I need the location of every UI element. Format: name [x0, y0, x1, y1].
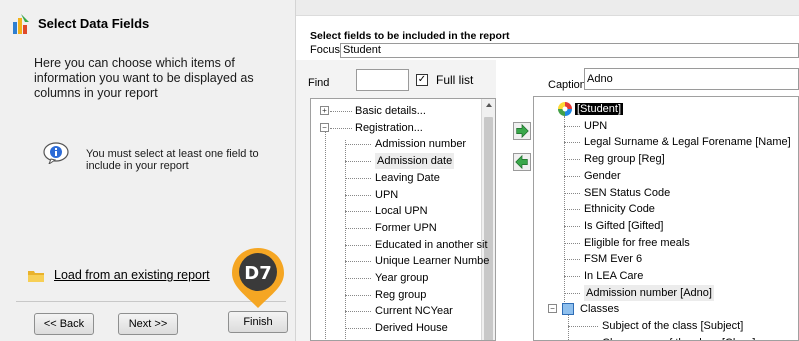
available-field-item[interactable]: Unique Learner Numbe — [375, 253, 489, 269]
selected-field-item[interactable]: Reg group [Reg] — [584, 151, 665, 167]
tree-connector — [345, 244, 371, 246]
available-field-item[interactable]: Year group — [375, 270, 428, 286]
classes-table-icon — [562, 303, 574, 316]
dialog-top-strip — [296, 0, 799, 16]
info-message: You must select at least one field to in… — [86, 148, 259, 172]
full-list-checkbox[interactable]: ✓ — [416, 74, 428, 86]
selected-field-item[interactable]: FSM Ever 6 — [584, 251, 642, 267]
tree-connector — [345, 294, 371, 296]
selected-field-item[interactable]: Legal Surname & Legal Forename [Name] — [584, 134, 791, 150]
selected-field-item[interactable]: UPN — [584, 118, 607, 134]
focus-label: Focus — [310, 44, 340, 56]
tree-connector — [325, 132, 326, 340]
tree-connector — [330, 111, 352, 112]
class-field-item[interactable]: Subject of the class [Subject] — [602, 318, 743, 334]
available-field-item[interactable]: Derived Boarder Status — [375, 337, 489, 340]
step-marker-label: D7 — [244, 263, 271, 284]
tree-connector — [564, 159, 580, 161]
available-fields-tree[interactable]: + Basic details... − Registration... Admissi… — [310, 98, 496, 341]
scrollbar-thumb[interactable] — [484, 117, 493, 340]
available-field-item[interactable]: Former UPN — [375, 220, 437, 236]
class-field-item[interactable]: Class name of the class [Class] — [602, 335, 755, 340]
tree-connector — [345, 328, 371, 330]
remove-field-arrow-icon[interactable] — [513, 153, 531, 171]
tree-connector — [345, 144, 371, 146]
tree-connector — [564, 209, 580, 211]
available-field-item[interactable]: Current NCYear — [375, 303, 453, 319]
tree-connector — [564, 142, 580, 144]
tree-group-item[interactable]: Registration... — [355, 120, 423, 136]
selected-fields-tree[interactable]: [Student] UPN Legal Surname & Legal Forena… — [533, 96, 799, 341]
tree-connector — [568, 326, 598, 328]
tree-connector — [345, 194, 371, 196]
caption-input[interactable]: Adno — [584, 68, 799, 90]
scroll-up-arrow-icon[interactable] — [486, 103, 492, 107]
tree-connector — [345, 278, 371, 279]
tree-connector — [564, 175, 580, 177]
tree-connector — [564, 116, 565, 309]
available-field-item[interactable]: Local UPN — [375, 203, 428, 219]
student-entity-icon — [558, 102, 572, 116]
selected-field-item[interactable]: Admission number [Adno] — [584, 284, 714, 301]
tree-connector — [345, 261, 371, 263]
selected-field-item[interactable]: Eligible for free meals — [584, 235, 690, 251]
tree-connector — [345, 177, 371, 179]
next-button[interactable]: Next >> — [118, 313, 178, 335]
finish-button[interactable]: Finish — [228, 311, 288, 333]
available-field-item[interactable]: UPN — [375, 187, 398, 203]
tree-connector — [330, 127, 352, 129]
full-list-label: Full list — [436, 73, 474, 87]
tree-connector — [564, 225, 580, 227]
selected-field-item[interactable]: Ethnicity Code — [584, 201, 655, 217]
selected-node-label[interactable]: [Student] — [575, 103, 624, 115]
selected-field-item[interactable]: Is Gifted [Gifted] — [584, 218, 663, 234]
folder-icon — [28, 270, 44, 282]
back-button[interactable]: << Back — [34, 313, 94, 335]
wizard-header: Select Data Fields — [0, 0, 296, 40]
selected-field-item[interactable]: Gender — [584, 168, 621, 184]
tree-connector — [345, 211, 371, 213]
selected-field-item[interactable]: In LEA Care — [584, 268, 643, 284]
tree-expander-icon[interactable]: − — [320, 122, 329, 132]
available-field-item[interactable]: Educated in another sit — [375, 237, 488, 253]
tree-connector — [564, 292, 580, 294]
find-label: Find — [308, 77, 330, 89]
load-existing-report-row[interactable]: Load from an existing report — [28, 268, 210, 282]
step-marker-pin: D7 — [232, 248, 284, 308]
available-field-item[interactable]: Reg group — [375, 287, 426, 303]
tree-connector — [345, 311, 371, 313]
find-input[interactable] — [356, 69, 409, 91]
available-tree-scrollbar[interactable] — [481, 99, 495, 340]
student-root-node[interactable]: [Student] — [575, 101, 624, 117]
tree-expander-icon[interactable]: + — [320, 106, 329, 115]
tree-group-item[interactable]: Basic details... — [355, 103, 426, 119]
tree-connector — [564, 125, 580, 127]
load-existing-report-link[interactable]: Load from an existing report — [54, 268, 210, 282]
selected-field-item[interactable]: SEN Status Code — [584, 185, 670, 201]
tree-connector — [345, 161, 371, 163]
report-wizard-icon — [13, 14, 29, 34]
tree-expander-icon[interactable]: − — [548, 304, 557, 314]
tree-connector — [564, 192, 580, 194]
tree-connector — [568, 315, 569, 340]
add-field-arrow-icon[interactable] — [513, 122, 531, 140]
available-field-item[interactable]: Admission date — [375, 153, 455, 170]
available-field-item[interactable]: Admission number — [375, 136, 466, 152]
wizard-title: Select Data Fields — [38, 16, 150, 31]
wizard-description: Here you can choose which items of infor… — [34, 56, 254, 100]
caption-label: Caption — [548, 79, 586, 91]
tree-connector — [345, 140, 346, 340]
tree-connector — [564, 276, 580, 277]
classes-node[interactable]: Classes — [580, 301, 619, 317]
focus-field[interactable]: Student — [340, 43, 799, 58]
available-field-item[interactable]: Derived House — [375, 320, 448, 336]
tree-connector — [564, 259, 580, 261]
info-icon — [43, 142, 69, 164]
section-title: Select fields to be included in the repo… — [310, 30, 510, 42]
tree-connector — [564, 242, 580, 244]
tree-connector — [345, 227, 371, 229]
available-field-item[interactable]: Leaving Date — [375, 170, 440, 186]
